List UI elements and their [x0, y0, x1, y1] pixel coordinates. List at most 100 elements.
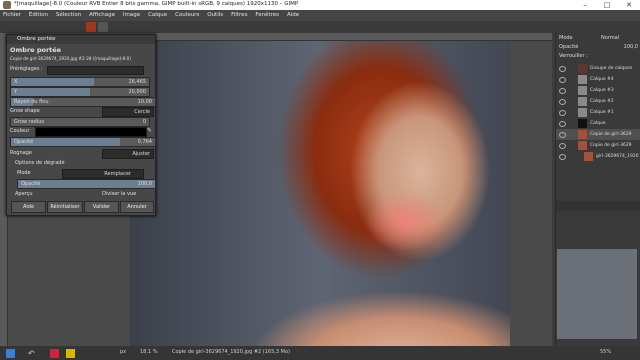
menu-filtres[interactable]: Filtres: [228, 10, 250, 21]
help-button[interactable]: Aide: [11, 201, 46, 213]
grow-radius-value: 0: [142, 119, 146, 125]
mode-combo[interactable]: Remplacer: [62, 169, 144, 179]
layer-row[interactable]: Calque #4: [556, 74, 640, 85]
layer-row[interactable]: Calque #1: [556, 107, 640, 118]
x-offset-slider[interactable]: X 26,465: [10, 77, 150, 87]
eye-icon[interactable]: [559, 121, 566, 127]
status-info: Copie de girl-3629674_1920.jpg #2 (165,3…: [172, 349, 290, 355]
title-bar: *[maquillage]-8.0 (Couleur RVB Entier 8 …: [0, 0, 640, 10]
layer-row[interactable]: Calque #3: [556, 85, 640, 96]
menu-image[interactable]: Image: [120, 10, 143, 21]
layer-thumbnail: [578, 108, 587, 117]
navigation-preview[interactable]: [557, 249, 637, 339]
window-title: *[maquillage]-8.0 (Couleur RVB Entier 8 …: [14, 1, 299, 7]
layers-toolbar: [556, 201, 640, 211]
image-tab-close-icon[interactable]: [98, 22, 108, 32]
maximize-button[interactable]: □: [596, 0, 618, 10]
menu-calque[interactable]: Calque: [145, 10, 170, 21]
x-offset-value: 26,465: [128, 79, 147, 85]
layer-row[interactable]: Copie de girl-3629: [556, 140, 640, 151]
menu-affichage[interactable]: Affichage: [86, 10, 118, 21]
layer-thumbnail: [584, 152, 593, 161]
eye-icon[interactable]: [559, 77, 566, 83]
menu-fenetres[interactable]: Fenêtres: [252, 10, 282, 21]
ok-button[interactable]: Valider: [84, 201, 119, 213]
grow-shape-combo[interactable]: Cercle: [102, 107, 154, 117]
minimize-button[interactable]: –: [574, 0, 596, 10]
layer-thumbnail: [578, 97, 587, 106]
layer-name: Calque #4: [590, 77, 614, 82]
close-button[interactable]: ✕: [618, 0, 640, 10]
opacity-value: 0,764: [137, 139, 152, 145]
color-picker-icon[interactable]: ✎: [147, 127, 153, 135]
clipping-value: Ajuster: [132, 151, 150, 157]
menu-fichier[interactable]: Fichier: [0, 10, 24, 21]
blending-options-expander[interactable]: Options de dégradé: [15, 159, 157, 168]
menu-couleurs[interactable]: Couleurs: [172, 10, 202, 21]
layer-thumbnail: [578, 141, 587, 150]
layer-name: Calque #2: [590, 99, 614, 104]
eye-icon[interactable]: [559, 99, 566, 105]
layer-name: Groupe de calques: [590, 66, 633, 71]
grow-radius-slider[interactable]: Grow radius 0: [10, 117, 150, 127]
eye-icon[interactable]: [559, 66, 566, 72]
eye-icon[interactable]: [559, 143, 566, 149]
layer-name: Copie de girl-3629: [590, 132, 632, 137]
opacity-label: Opacité: [14, 139, 34, 145]
eye-icon[interactable]: [559, 132, 566, 138]
blend-opacity-value: 100,0: [137, 181, 152, 187]
layer-row[interactable]: girl-3629674_1920: [556, 151, 640, 162]
menu-outils[interactable]: Outils: [204, 10, 226, 21]
reset-icon[interactable]: [50, 349, 59, 358]
opacity-slider[interactable]: Opacité 0,764: [10, 137, 156, 147]
menu-aide[interactable]: Aide: [284, 10, 302, 21]
canvas-image[interactable]: [130, 41, 510, 346]
unit-combo[interactable]: px: [120, 349, 126, 355]
undo-icon[interactable]: ↶: [28, 349, 37, 358]
dialog-titlebar[interactable]: Ombre portée: [7, 35, 155, 44]
y-offset-value: 20,000: [128, 89, 147, 95]
tool-options-icon[interactable]: [6, 349, 15, 358]
folder-icon[interactable]: [66, 349, 75, 358]
layer-row-selected[interactable]: Copie de girl-3629: [556, 129, 640, 140]
layer-row[interactable]: Calque #2: [556, 96, 640, 107]
eye-icon[interactable]: [559, 88, 566, 94]
zoom-combo[interactable]: 18,1 %: [140, 349, 157, 355]
y-offset-slider[interactable]: Y 20,000: [10, 87, 150, 97]
layer-row[interactable]: Calque: [556, 118, 640, 129]
layer-name: Copie de girl-3629: [590, 143, 632, 148]
layer-name: girl-3629674_1920: [596, 154, 639, 159]
status-bar: px 18,1 % Copie de girl-3629674_1920.jpg…: [0, 346, 640, 360]
blur-radius-slider[interactable]: Rayon du flou 10,00: [10, 97, 156, 107]
grow-radius-label: Grow radius: [14, 119, 45, 125]
drop-shadow-dialog: Ombre portée Ombre portée Copie de girl-…: [6, 34, 156, 216]
menu-selection[interactable]: Sélection: [53, 10, 84, 21]
reset-button[interactable]: Réinitialiser: [47, 201, 83, 213]
blur-radius-label: Rayon du flou: [14, 99, 49, 105]
layer-row[interactable]: Groupe de calques: [556, 63, 640, 74]
layer-thumbnail: [578, 75, 587, 84]
dialog-subheading: Copie de girl-3629674_1920.jpg #2-28 ([m…: [10, 56, 131, 61]
layer-thumbnail: [578, 119, 587, 128]
gimp-app-icon: [3, 1, 11, 9]
layer-thumbnail: [578, 86, 587, 95]
menu-edition[interactable]: Édition: [26, 10, 51, 21]
eye-icon[interactable]: [559, 154, 566, 160]
lock-row: Verrouiller :: [556, 51, 640, 62]
y-offset-label: Y: [14, 89, 18, 95]
shadow-color-button[interactable]: [35, 127, 147, 137]
clipping-combo[interactable]: Ajuster: [102, 149, 154, 159]
presets-combo[interactable]: [47, 66, 144, 75]
lock-label: Verrouiller :: [559, 53, 588, 59]
blend-opacity-slider[interactable]: Opacité 100,0: [17, 179, 156, 189]
mode-value: Remplacer: [104, 171, 131, 177]
cancel-button[interactable]: Annuler: [120, 201, 154, 213]
blend-opacity-label: Opacité: [21, 181, 41, 187]
eye-icon[interactable]: [559, 110, 566, 116]
layer-name: Calque #1: [590, 110, 614, 115]
image-tab-thumbnail[interactable]: [86, 22, 96, 32]
split-view-checkbox[interactable]: Diviser la vue: [102, 190, 152, 199]
navigation-zoom: 55%: [600, 349, 612, 355]
menu-bar: Fichier Édition Sélection Affichage Imag…: [0, 10, 640, 21]
blur-radius-value: 10,00: [137, 99, 152, 105]
